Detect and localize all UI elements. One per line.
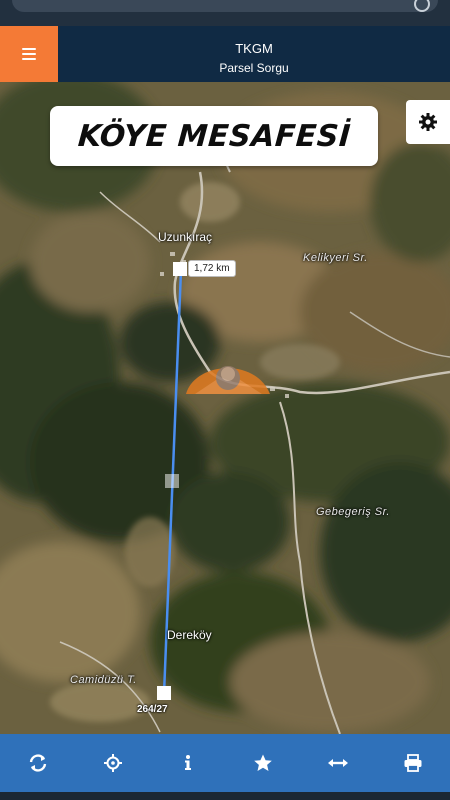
favorite-button[interactable] bbox=[243, 743, 283, 783]
print-icon bbox=[404, 754, 421, 772]
star-icon bbox=[253, 754, 272, 771]
gear-icon bbox=[419, 113, 437, 131]
place-label-camiduzu: Camidüzü T. bbox=[70, 674, 137, 686]
place-label-derekoy: Dereköy bbox=[167, 628, 212, 642]
refresh-button[interactable] bbox=[18, 743, 58, 783]
bottom-toolbar bbox=[0, 734, 450, 792]
measure-end-handle bbox=[157, 686, 171, 700]
header-subtitle: Parsel Sorgu bbox=[219, 61, 289, 75]
map-terrain bbox=[0, 82, 450, 734]
hamburger-icon-bar bbox=[22, 48, 36, 50]
measure-start-handle bbox=[173, 262, 187, 276]
info-button[interactable] bbox=[168, 743, 208, 783]
distance-label: 1,72 km bbox=[188, 260, 236, 277]
measure-button[interactable] bbox=[318, 743, 358, 783]
banner-text: KÖYE MESAFESİ bbox=[76, 118, 352, 154]
place-label-gebegeris: Gebegeriş Sr. bbox=[316, 506, 390, 518]
place-label-kelikyeri: Kelikyeri Sr. bbox=[303, 252, 368, 264]
measure-icon bbox=[327, 759, 348, 767]
header-title: TKGM bbox=[235, 41, 273, 56]
bottom-edge bbox=[0, 792, 450, 800]
info-icon bbox=[184, 755, 191, 770]
browser-url-bar bbox=[0, 0, 450, 26]
locate-icon bbox=[103, 754, 122, 772]
hamburger-icon-bar bbox=[22, 53, 36, 55]
place-label-uzunkirac: Uzunkıraç bbox=[158, 230, 213, 244]
satellite-map[interactable]: KÖYE MESAFESİ Uzunkıraç Kelikyeri Sr. Ge… bbox=[0, 82, 450, 734]
hamburger-icon-bar bbox=[22, 58, 36, 60]
locate-button[interactable] bbox=[93, 743, 133, 783]
refresh-icon bbox=[29, 754, 46, 772]
banner: KÖYE MESAFESİ bbox=[50, 106, 378, 166]
url-pill[interactable] bbox=[12, 0, 438, 12]
measure-mid-handle bbox=[165, 474, 179, 488]
menu-button[interactable] bbox=[0, 26, 58, 82]
settings-button[interactable] bbox=[406, 100, 450, 144]
parcel-label: 264/27 bbox=[137, 704, 168, 715]
app-header: TKGM Parsel Sorgu bbox=[0, 26, 450, 82]
reload-icon[interactable] bbox=[414, 0, 430, 12]
print-button[interactable] bbox=[393, 743, 433, 783]
